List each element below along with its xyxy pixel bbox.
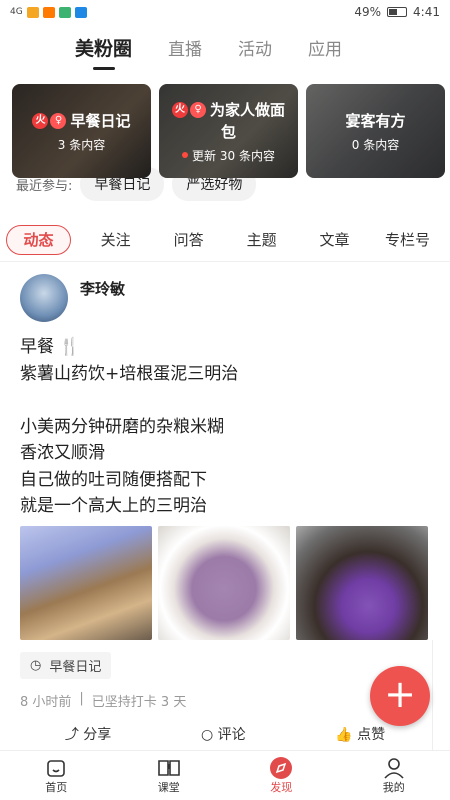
thumbs-up-icon: 👍 [335, 726, 358, 743]
add-post-button[interactable]: + [370, 666, 430, 726]
comment-icon: ○ [200, 726, 218, 743]
post-photos [20, 525, 430, 640]
share-icon: ⤴ [64, 726, 84, 743]
like-button[interactable]: 👍 点赞 [335, 724, 385, 744]
tab-feed[interactable]: 动态 [6, 224, 72, 255]
card-title: 宴客有方 [345, 111, 406, 130]
card-count: 3 条内容 [57, 137, 106, 152]
nav-class[interactable]: 课堂 [134, 757, 204, 795]
post-line: 香浓又顺滑 [20, 443, 105, 463]
topic-label: 早餐日记 [49, 659, 102, 675]
post-line: 小美两分钟研磨的杂粮米糊 [20, 416, 224, 437]
nav-discover[interactable]: 发现 [246, 756, 316, 795]
topic-card[interactable]: 火 ♀ 早餐日记 3 条内容 [12, 84, 151, 178]
network-indicator: 4G [10, 7, 23, 17]
book-icon [157, 757, 181, 779]
nav-label: 首页 [45, 780, 68, 794]
post-streak: 已坚持打卡 3 天 [91, 694, 187, 710]
medal-icon: ♀ [50, 113, 67, 129]
app-notification-icon [26, 6, 39, 18]
avatar[interactable] [20, 274, 68, 322]
plus-icon: + [384, 672, 416, 716]
medal-icon: ♀ [189, 102, 206, 118]
tab-follow[interactable]: 关注 [79, 229, 152, 250]
nav-home[interactable]: 首页 [21, 757, 91, 795]
post-actions: ⤴ 分享 ○ 评论 👍 点赞 [20, 724, 430, 744]
home-icon [44, 757, 68, 779]
tab-topic[interactable]: 主题 [225, 229, 298, 250]
fire-icon: 火 [32, 113, 49, 129]
bottom-nav: 首页 课堂 发现 我的 [0, 750, 450, 800]
post-line: 紫薯山药饮+培根蛋泥三明治 [20, 363, 239, 384]
status-icons: 4G [10, 6, 87, 18]
post-meta: 8 小时前 | 已坚持打卡 3 天 [20, 690, 187, 710]
clock: 4:41 [413, 5, 440, 19]
tab-live[interactable]: 直播 [168, 35, 202, 60]
tab-article[interactable]: 文章 [298, 229, 371, 250]
topic-card[interactable]: 火 ♀ 为家人做面包 更新 30 条内容 [159, 84, 298, 178]
tab-activity[interactable]: 活动 [238, 35, 272, 60]
card-title: 早餐日记 [70, 111, 131, 130]
post-line: 自己做的吐司随便搭配下 [20, 469, 207, 490]
user-icon [382, 757, 406, 779]
nav-label: 课堂 [157, 780, 180, 794]
tab-column[interactable]: 专栏号 [371, 229, 444, 250]
nav-label: 发现 [270, 780, 293, 794]
post-line: 就是一个高大上的三明治 [20, 496, 207, 516]
post-photo-drink[interactable] [158, 525, 290, 640]
scrollbar[interactable] [432, 640, 450, 750]
topic-chip[interactable]: ◷ 早餐日记 [20, 651, 112, 679]
fire-icon: 火 [171, 102, 188, 118]
feed-tabs: 动态 关注 问答 主题 文章 专栏号 [0, 218, 450, 262]
nav-label: 我的 [382, 780, 405, 794]
post-line [20, 387, 430, 414]
post-line: 早餐 🍴 [20, 337, 81, 357]
app-notification-icon [42, 6, 55, 18]
update-dot-icon [182, 152, 189, 158]
clock-icon: ◷ [30, 657, 42, 673]
compass-icon [269, 756, 293, 779]
tab-qa[interactable]: 问答 [152, 229, 225, 250]
battery-icon [387, 7, 408, 17]
card-count: 更新 30 条内容 [192, 148, 275, 163]
comment-button[interactable]: ○ 评论 [201, 724, 246, 744]
battery-percent: 49% [354, 5, 382, 19]
tab-meifenquan[interactable]: 美粉圈 [75, 34, 132, 61]
card-count: 0 条内容 [351, 137, 400, 152]
post-photo-blender[interactable] [296, 525, 428, 640]
author-name[interactable]: 李玲敏 [80, 278, 125, 299]
tab-apps[interactable]: 应用 [308, 35, 342, 60]
post-time: 8 小时前 [20, 694, 72, 710]
status-bar: 4G 49% 4:41 [0, 0, 450, 24]
top-nav: 美粉圈 直播 活动 应用 [0, 24, 450, 70]
nav-me[interactable]: 我的 [359, 757, 429, 795]
app-notification-icon [74, 6, 87, 18]
app-notification-icon [58, 6, 71, 18]
card-title: 为家人做面包 [209, 100, 285, 141]
topic-card[interactable]: 宴客有方 0 条内容 [306, 84, 445, 178]
post-photo-sandwich[interactable] [20, 525, 152, 640]
share-button[interactable]: ⤴ 分享 [65, 724, 111, 744]
post-content[interactable]: 早餐 🍴 紫薯山药饮+培根蛋泥三明治 小美两分钟研磨的杂粮米糊 香浓又顺滑 自己… [20, 334, 430, 520]
